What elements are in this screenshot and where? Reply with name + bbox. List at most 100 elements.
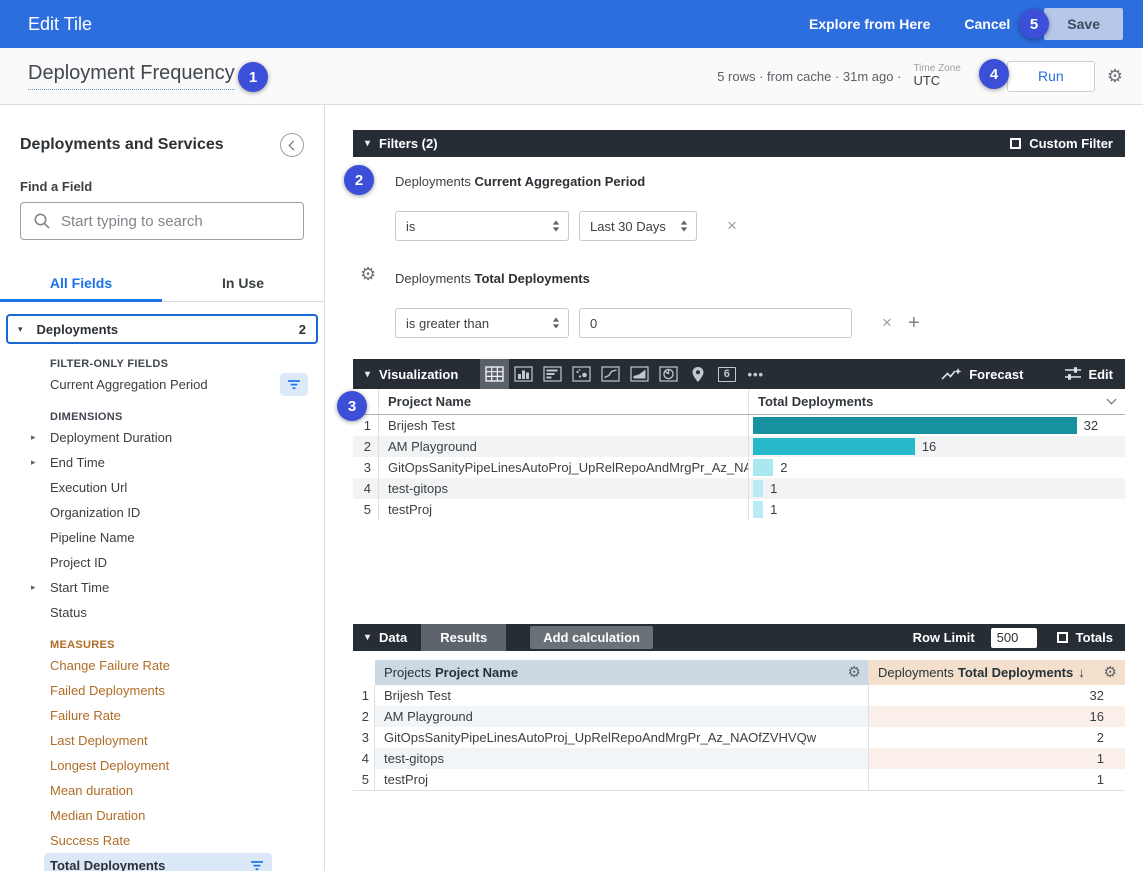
field-pipeline-name[interactable]: Pipeline Name bbox=[0, 525, 324, 550]
totals-checkbox[interactable] bbox=[1057, 632, 1068, 643]
timezone-indicator: Time Zone UTC bbox=[913, 63, 960, 89]
tile-title-editable[interactable]: Deployment Frequency bbox=[28, 62, 235, 90]
active-tab-underline bbox=[0, 299, 162, 302]
save-button[interactable]: Save bbox=[1044, 8, 1123, 40]
filter-view-name: Deployments bbox=[395, 271, 471, 286]
filter-value-select[interactable]: Last 30 Days bbox=[579, 211, 697, 241]
results-tab[interactable]: Results bbox=[421, 624, 506, 651]
view-group-label: Deployments bbox=[37, 322, 119, 337]
viz-type-single-value-icon[interactable]: 6 bbox=[712, 359, 741, 389]
filters-header-label: Filters (2) bbox=[379, 136, 438, 151]
field-project-id[interactable]: Project ID bbox=[0, 550, 324, 575]
filter-operator-select[interactable]: is bbox=[395, 211, 569, 241]
field-execution-url[interactable]: Execution Url bbox=[0, 475, 324, 500]
field-deployment-duration[interactable]: ▸Deployment Duration bbox=[0, 425, 324, 450]
row-limit-input[interactable] bbox=[991, 628, 1037, 648]
edit-visualization-button[interactable]: Edit bbox=[1065, 367, 1113, 382]
run-button[interactable]: Run bbox=[1007, 61, 1095, 92]
collapse-sidebar-button[interactable] bbox=[280, 133, 304, 157]
filter-settings-gear-icon[interactable]: ⚙ bbox=[360, 265, 376, 283]
column-menu-chevron-icon[interactable] bbox=[1107, 395, 1117, 405]
viz-type-table-icon[interactable] bbox=[480, 359, 509, 389]
measure-failed-deployments[interactable]: Failed Deployments bbox=[0, 678, 324, 703]
measure-success-rate[interactable]: Success Rate bbox=[0, 828, 324, 853]
data-row-2: 2 AM Playground 16 bbox=[353, 706, 1125, 727]
deployments-bar bbox=[753, 438, 915, 455]
filter-value-input[interactable] bbox=[579, 308, 852, 338]
viz-type-pie-chart-icon[interactable] bbox=[654, 359, 683, 389]
field-start-time[interactable]: ▸ Start Time bbox=[0, 575, 324, 600]
viz-col-project-name[interactable]: Project Name bbox=[379, 389, 749, 414]
data-col-total-deployments[interactable]: Deployments Total Deployments ↓ ⚙ bbox=[869, 660, 1125, 685]
filter-rule-2: ⚙ Deployments Total Deployments is great… bbox=[353, 241, 1125, 338]
expand-caret-icon[interactable]: ▸ bbox=[31, 582, 36, 593]
filters-section-header[interactable]: ▾ Filters (2) Custom Filter bbox=[353, 130, 1125, 157]
visualization-section-header[interactable]: ▾ Visualization bbox=[353, 359, 1125, 389]
project-name-cell: test-gitops bbox=[375, 748, 869, 769]
viz-type-scatter-plot-icon[interactable] bbox=[567, 359, 596, 389]
filter-operator-select[interactable]: is greater than bbox=[395, 308, 569, 338]
field-label: Total Deployments bbox=[50, 858, 165, 871]
filter-active-icon[interactable] bbox=[250, 860, 264, 871]
row-limit-label: Row Limit bbox=[913, 630, 975, 645]
viz-type-map-pin-icon[interactable] bbox=[683, 359, 712, 389]
measure-total-deployments-selected[interactable]: Total Deployments bbox=[44, 853, 272, 871]
viz-type-picker: 6 ••• bbox=[480, 359, 770, 389]
caret-down-icon: ▾ bbox=[18, 324, 23, 335]
viz-type-area-chart-icon[interactable] bbox=[625, 359, 654, 389]
caret-down-icon: ▾ bbox=[365, 369, 370, 380]
tab-in-use[interactable]: In Use bbox=[162, 268, 324, 301]
field-label: Project ID bbox=[50, 555, 107, 570]
viz-type-column-chart-icon[interactable] bbox=[509, 359, 538, 389]
remove-filter-icon[interactable]: × bbox=[882, 313, 892, 333]
field-label: Start Time bbox=[50, 580, 109, 595]
add-filter-icon[interactable]: + bbox=[908, 312, 920, 335]
add-calculation-button[interactable]: Add calculation bbox=[530, 626, 653, 649]
cancel-link[interactable]: Cancel bbox=[964, 16, 1010, 32]
query-settings-gear-icon[interactable]: ⚙ bbox=[1107, 67, 1123, 85]
annotation-badge-2: 2 bbox=[344, 165, 374, 195]
column-gear-icon[interactable]: ⚙ bbox=[848, 665, 861, 680]
field-current-aggregation-period[interactable]: Current Aggregation Period bbox=[0, 372, 324, 397]
data-col-project-name[interactable]: Projects Project Name ⚙ bbox=[375, 660, 869, 685]
field-search-input[interactable] bbox=[61, 213, 291, 230]
deployments-bar bbox=[753, 459, 773, 476]
filter-active-icon[interactable] bbox=[280, 373, 308, 396]
fields-in-use-count: 2 bbox=[299, 322, 306, 337]
forecast-button[interactable]: Forecast bbox=[941, 367, 1023, 382]
field-end-time[interactable]: ▸End Time bbox=[0, 450, 324, 475]
project-name-cell: testProj bbox=[379, 499, 749, 520]
data-section-header[interactable]: ▾ Data Results Add calculation Row Limit… bbox=[353, 624, 1125, 651]
remove-filter-icon[interactable]: × bbox=[727, 216, 737, 236]
tab-all-fields[interactable]: All Fields bbox=[0, 268, 162, 301]
bar-value-label: 1 bbox=[770, 481, 777, 496]
filter-view-name: Deployments bbox=[395, 174, 471, 189]
main-panel: ▾ Filters (2) Custom Filter Deployments … bbox=[325, 105, 1143, 871]
deployments-bar bbox=[753, 480, 763, 497]
explore-from-here-link[interactable]: Explore from Here bbox=[809, 16, 930, 32]
viz-type-more-icon[interactable]: ••• bbox=[741, 359, 770, 389]
field-label: Success Rate bbox=[50, 833, 130, 848]
measure-failure-rate[interactable]: Failure Rate bbox=[0, 703, 324, 728]
field-search-box[interactable] bbox=[20, 202, 304, 240]
expand-caret-icon[interactable]: ▸ bbox=[31, 432, 36, 443]
viz-col-total-deployments[interactable]: Total Deployments bbox=[749, 389, 1125, 414]
viz-type-bar-chart-icon[interactable] bbox=[538, 359, 567, 389]
measure-longest-deployment[interactable]: Longest Deployment bbox=[0, 753, 324, 778]
field-organization-id[interactable]: Organization ID bbox=[0, 500, 324, 525]
measure-change-failure-rate[interactable]: Change Failure Rate bbox=[0, 653, 324, 678]
measure-median-duration[interactable]: Median Duration bbox=[0, 803, 324, 828]
custom-filter-checkbox[interactable] bbox=[1010, 138, 1021, 149]
total-deployments-cell: 16 bbox=[869, 706, 1125, 727]
view-group-deployments[interactable]: ▾ Deployments 2 bbox=[6, 314, 318, 344]
column-gear-icon[interactable]: ⚙ bbox=[1104, 665, 1117, 680]
viz-type-line-chart-icon[interactable] bbox=[596, 359, 625, 389]
field-status[interactable]: Status bbox=[0, 600, 324, 625]
measure-last-deployment[interactable]: Last Deployment bbox=[0, 728, 324, 753]
measure-mean-duration[interactable]: Mean duration bbox=[0, 778, 324, 803]
data-row-4: 4 test-gitops 1 bbox=[353, 748, 1125, 769]
bar-value-label: 2 bbox=[780, 460, 787, 475]
row-number: 3 bbox=[353, 457, 379, 478]
viz-table-header: Project Name Total Deployments bbox=[353, 389, 1125, 415]
expand-caret-icon[interactable]: ▸ bbox=[31, 457, 36, 468]
